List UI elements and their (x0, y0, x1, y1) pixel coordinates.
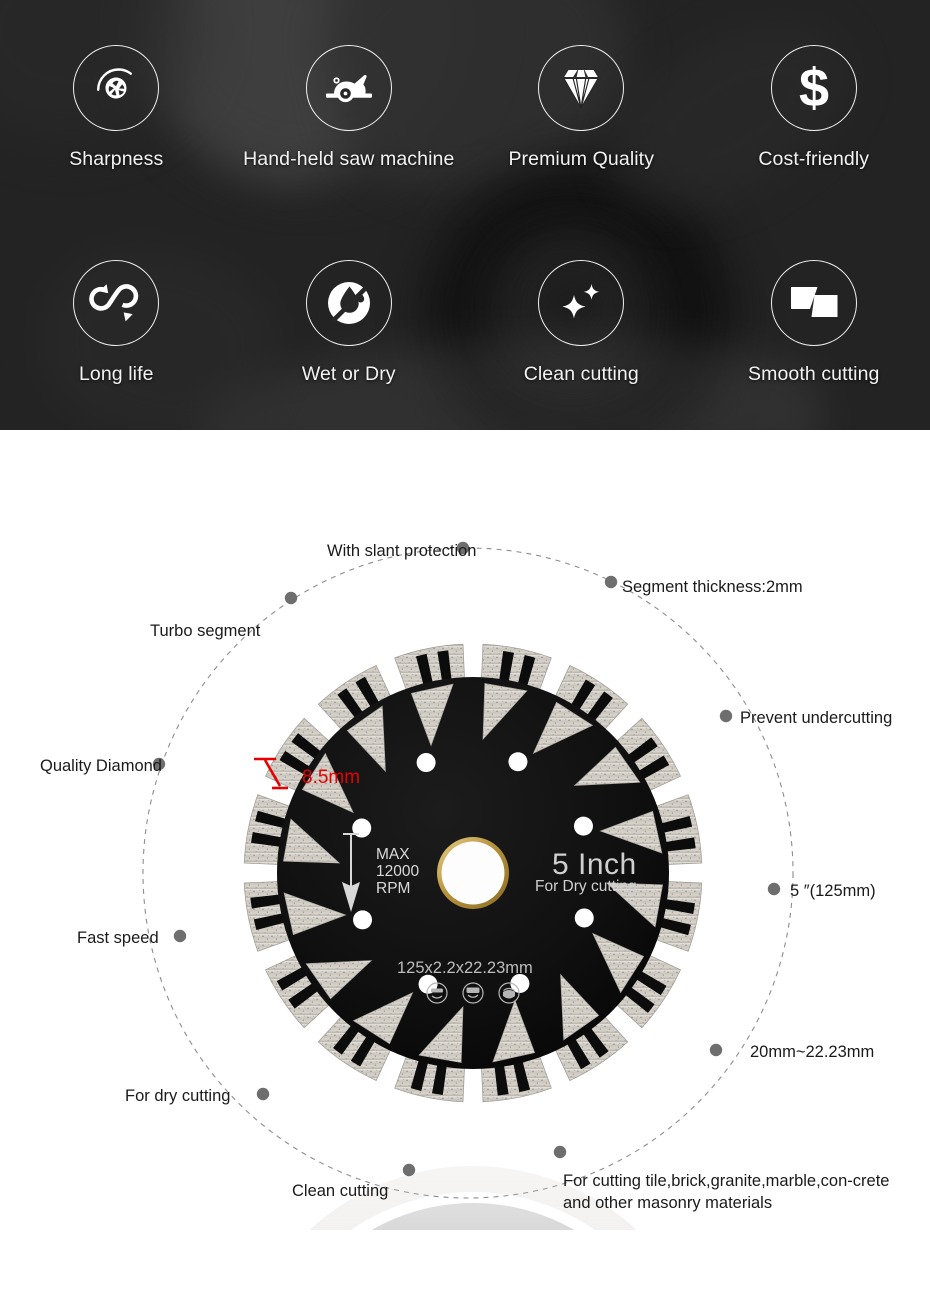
sparkles-icon (538, 259, 625, 346)
feature-label: Sharpness (69, 147, 164, 170)
callout-materials: For cutting tile,brick,granite,marble,co… (563, 1172, 890, 1213)
dot-for-dry-cutting (256, 1087, 270, 1101)
dot-diameter (767, 882, 781, 896)
svg-text:$: $ (799, 59, 829, 117)
max-rpm-line-3: RPM (376, 880, 410, 897)
feature-item-hand-held-saw-machine: Hand-held saw machine (233, 44, 466, 171)
max-rpm-line-1: MAX (376, 846, 410, 863)
dot-bore-range (709, 1043, 723, 1057)
callout-slant-protection: With slant protection (327, 542, 477, 560)
recycle-loop-icon (73, 259, 160, 346)
feature-label: Long life (78, 362, 154, 385)
feature-label: Smooth cutting (748, 362, 880, 385)
dot-segment-thickness (604, 575, 618, 589)
blade-size-subtitle: For Dry cutting (535, 878, 637, 895)
dot-clean-cutting (402, 1163, 416, 1177)
feature-item-premium-quality: Premium Quality (465, 44, 698, 171)
feature-item-sharpness: Sharpness (0, 44, 233, 171)
diamond-icon (538, 44, 625, 131)
feature-item-cost-friendly: $ Cost-friendly (698, 44, 930, 171)
callout-fast-speed: Fast speed (77, 929, 159, 947)
callout-quality-diamond: Quality Diamond (40, 757, 162, 775)
saw-blade-rotation-icon (73, 44, 160, 131)
dot-materials (553, 1145, 567, 1159)
feature-item-clean-cutting: Clean cutting (465, 259, 698, 386)
dot-fast-speed (173, 929, 187, 943)
feature-label: Wet or Dry (301, 362, 396, 385)
saw-blade: MAX 12000 RPM 5 Inch For Dry cutting 125… (243, 643, 703, 1103)
circular-saw-machine-icon (305, 44, 392, 131)
blade-size-title: 5 Inch (552, 848, 637, 881)
dot-turbo-segment (284, 591, 298, 605)
water-drop-slash-icon (305, 259, 392, 346)
feature-item-smooth-cutting: Smooth cutting (698, 259, 930, 386)
callout-for-dry-cutting: For dry cutting (125, 1087, 231, 1105)
callout-turbo-segment: Turbo segment (150, 622, 261, 640)
callout-bore-range: 20mm~22.23mm (750, 1043, 875, 1061)
feature-grid: Sharpness Hand-held saw machine Premium … (0, 0, 930, 430)
feature-item-long-life: Long life (0, 259, 233, 386)
callout-clean-cutting: Clean cutting (292, 1182, 389, 1200)
callout-prevent-undercutting: Prevent undercutting (740, 709, 893, 727)
feature-label: Hand-held saw machine (243, 147, 455, 170)
diagram-panel: MAX 12000 RPM 5 Inch For Dry cutting 125… (0, 430, 930, 1306)
arbor-hole (441, 841, 505, 905)
blade-spec: 125x2.2x22.23mm (397, 959, 533, 977)
callout-diameter: 5 ″(125mm) (790, 882, 876, 900)
max-rpm-line-2: 12000 (376, 863, 419, 880)
dimension-label-8-5mm: 8.5mm (302, 767, 361, 788)
features-panel: Sharpness Hand-held saw machine Premium … (0, 0, 930, 430)
dollar-sign-icon: $ (770, 44, 857, 131)
feature-item-wet-or-dry: Wet or Dry (233, 259, 466, 386)
offset-panels-icon (770, 259, 857, 346)
feature-label: Premium Quality (508, 147, 655, 170)
feature-label: Clean cutting (523, 362, 639, 385)
feature-label: Cost-friendly (758, 147, 870, 170)
callout-segment-thickness: Segment thickness:2mm (622, 578, 803, 596)
dot-prevent-undercutting (719, 709, 733, 723)
